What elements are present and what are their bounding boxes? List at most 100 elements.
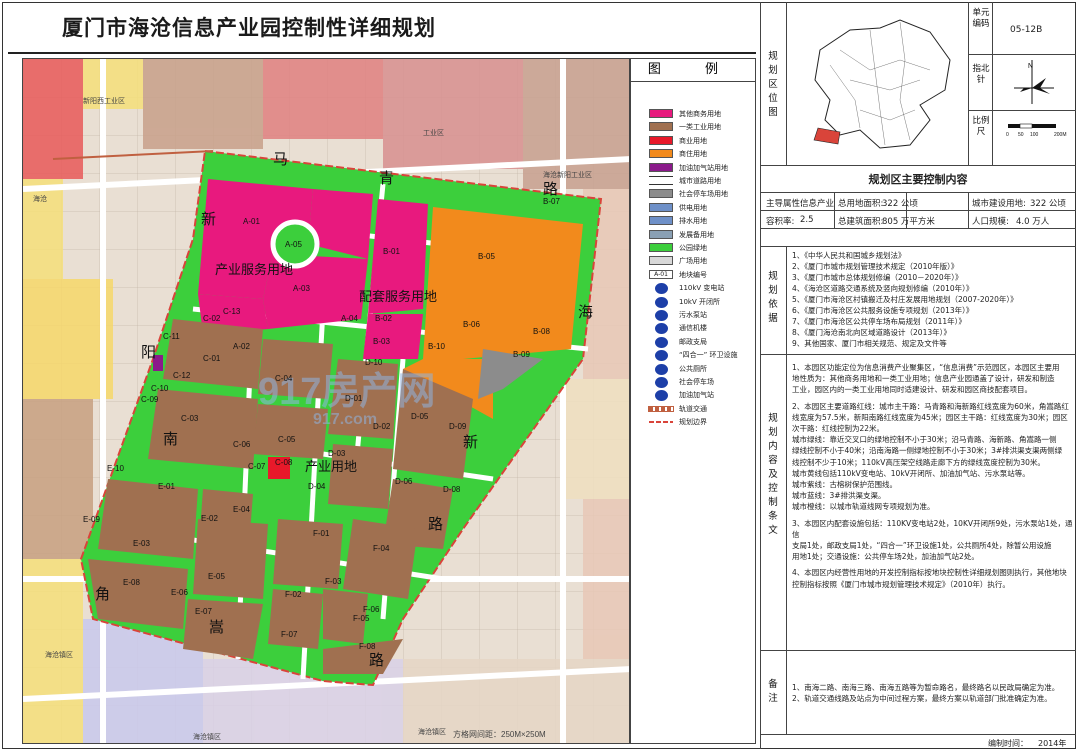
row2-pop-value: 4.0 万人 [1016, 217, 1050, 227]
road-swatch [649, 176, 673, 185]
legend-label: 其他商务用地 [679, 110, 721, 118]
main-control-title: 规划区主要控制内容 [868, 173, 968, 186]
grid-scale-note: 方格网间距：250M×250M [453, 729, 546, 739]
legend-label: 邮政支局 [679, 337, 707, 346]
parcel-label: E-10 [107, 464, 124, 473]
land-use-map-canvas: 917房产网 917.com A-01A-02A-03A-04A-05B-01B… [23, 59, 629, 743]
control-paragraph-line: 1、本园区功能定位为信息消费产业聚集区，“信息消费”示范园区，本园区主要用 [792, 363, 1060, 372]
svg-text:N: N [1028, 63, 1033, 70]
parcel-label: A-01 [243, 217, 260, 226]
district-label-industrial: 产业用地 [305, 459, 357, 474]
parcel-label: C-07 [248, 462, 266, 471]
parcel-label: C-09 [141, 395, 159, 404]
legend-label: 10kV 开闭所 [679, 297, 720, 306]
road-label-south: 角 [95, 586, 110, 603]
parcel-code-swatch: A-01 [649, 269, 673, 279]
basis-item: 3、《厦门市城市总体规划修编（2010－2020年）》 [792, 273, 963, 282]
parcel-label: B-02 [375, 314, 392, 323]
context-label-s1: 海沧镇区 [193, 732, 221, 741]
scale-bar-label: 比例尺 [972, 116, 990, 137]
title-divider [8, 52, 756, 54]
facility-symbol-icon [655, 390, 668, 402]
road-label-west: 南 [163, 431, 178, 448]
symbol-swatch [649, 310, 673, 321]
control-paragraph-line: 控制指标按照《厦门市城市规划管理技术规定》（2010年）执行。 [792, 579, 1010, 589]
legend-swatch [649, 189, 673, 199]
context-label-s2: 海沧镇区 [418, 727, 446, 736]
parcel-label: F-07 [281, 630, 298, 639]
facility-symbol-icon [655, 310, 668, 321]
facility-symbol-icon [655, 323, 668, 335]
legend-label: 广场用地 [679, 257, 707, 266]
parcel-label: A-04 [341, 314, 358, 323]
parcel-label: C-06 [233, 440, 251, 449]
parcel-label: F-06 [363, 605, 380, 614]
legend-label: 加油加气站 [679, 391, 714, 400]
legend-label: 地块编号 [679, 270, 707, 279]
legend-label: 供电用地 [679, 203, 707, 212]
parcel-label: C-08 [275, 458, 293, 467]
basis-item: 6、《厦门市海沧区公共服务设施专项规划（2013年）》 [792, 306, 974, 315]
control-paragraph-line: 用地1处；交通设施：公共停车场2处，加油加气站2处。 [792, 552, 979, 562]
parcel-label: D-10 [365, 358, 383, 367]
parcel-label: D-03 [328, 449, 346, 458]
symbol-swatch [649, 296, 673, 308]
location-inset-map [813, 19, 951, 149]
info-panel: 规划区位图 单元编码 05-12B 指北针 N 比例尺 0 50 100 200M 规… [760, 2, 1076, 749]
legend-label: 规划边界 [679, 418, 707, 427]
row1-area-value: 322 公顷 [882, 199, 918, 209]
road-label-east: 海 [578, 304, 593, 321]
scale-tick-label: 0 [1006, 132, 1009, 138]
control-paragraph-line: 城市黄线包括110kV变电站、10kV开闭所、加油加气站、污水泵站等。 [792, 468, 1030, 478]
symbol-swatch [649, 283, 673, 295]
basis-label: 规划依据 [768, 271, 778, 324]
date-label: 编制时间： [988, 739, 1028, 748]
parcel-label: F-05 [353, 614, 370, 623]
control-paragraph-line: 次干路：红线控制为22米。 [792, 424, 885, 434]
unit-code-value: 05-12B [1010, 25, 1043, 35]
parcel-label: D-09 [449, 422, 467, 431]
symbol-swatch [649, 350, 673, 362]
parcel-label: D-06 [395, 477, 413, 486]
row1-attr-value: 信息产业 [800, 199, 835, 209]
basis-item: 1、《中华人民共和国城乡规划法》 [792, 251, 906, 260]
parcel-label: A-03 [293, 284, 310, 293]
basis-item: 2、《厦门市城市规划管理技术规定（2010年版）》 [792, 262, 959, 271]
north-arrow-label: 指北针 [972, 64, 990, 85]
legend-label: 商住用地 [679, 150, 707, 159]
parcel-label: B-10 [428, 342, 445, 351]
road-label-west: 阳 [141, 344, 156, 361]
control-paragraph-line: 城市紫线：古榕树保护范围线。 [792, 480, 897, 490]
context-label-n_mid: 工业区 [423, 128, 444, 137]
parcel-label: E-02 [201, 514, 218, 523]
watermark-url: 917.com [313, 411, 377, 428]
parcel-label: B-09 [513, 350, 530, 359]
legend-label: 通信机楼 [679, 324, 707, 333]
legend-label: 加油加气站用地 [679, 163, 728, 172]
legend-swatch [649, 109, 673, 118]
facility-symbol-icon [655, 283, 668, 295]
parcel-label: C-03 [181, 414, 199, 423]
control-content-list: 1、本园区功能定位为信息消费产业聚集区，“信息消费”示范园区，本园区主要用 地性质… [792, 362, 1074, 590]
legend-label: 排水用地 [679, 217, 707, 226]
parcel-label: E-04 [233, 505, 250, 514]
parcel-label: A-02 [233, 342, 250, 351]
parcel-label: E-07 [195, 607, 212, 616]
legend-label: 城市道路用地 [679, 177, 721, 185]
control-paragraph-line: 绿线控制不小于40米；沿南海路一侧绿地控制不小于30米；3#排洪渠支渠两侧绿 [792, 446, 1063, 456]
parcel-label: E-08 [123, 578, 140, 587]
control-paragraph-line: 地性质为：其他商务用地和一类工业用地；信息产业园通盖了设计，研发和制造 [792, 374, 1055, 384]
legend-swatch [649, 122, 673, 132]
parcel-label: A-05 [285, 240, 302, 249]
parcel-label: B-06 [463, 320, 480, 329]
land-use-map[interactable]: 917房产网 917.com A-01 A-02 A-03 A-04 A-05 B-01 B… [22, 58, 630, 744]
legend-label: 公共厕所 [679, 364, 707, 373]
row2-gfa-value: 805 万平方米 [882, 217, 935, 227]
parcel-label: E-06 [171, 588, 188, 597]
symbol-swatch [649, 390, 673, 402]
facility-symbol-icon [655, 377, 668, 388]
road-label-north: 马 [273, 151, 288, 168]
road-label-south: 嵩 [209, 619, 224, 636]
row1-area-label: 总用地面积: [838, 199, 884, 209]
control-paragraph-line: 城市蓝线：3#排洪渠支渠。 [792, 491, 886, 501]
